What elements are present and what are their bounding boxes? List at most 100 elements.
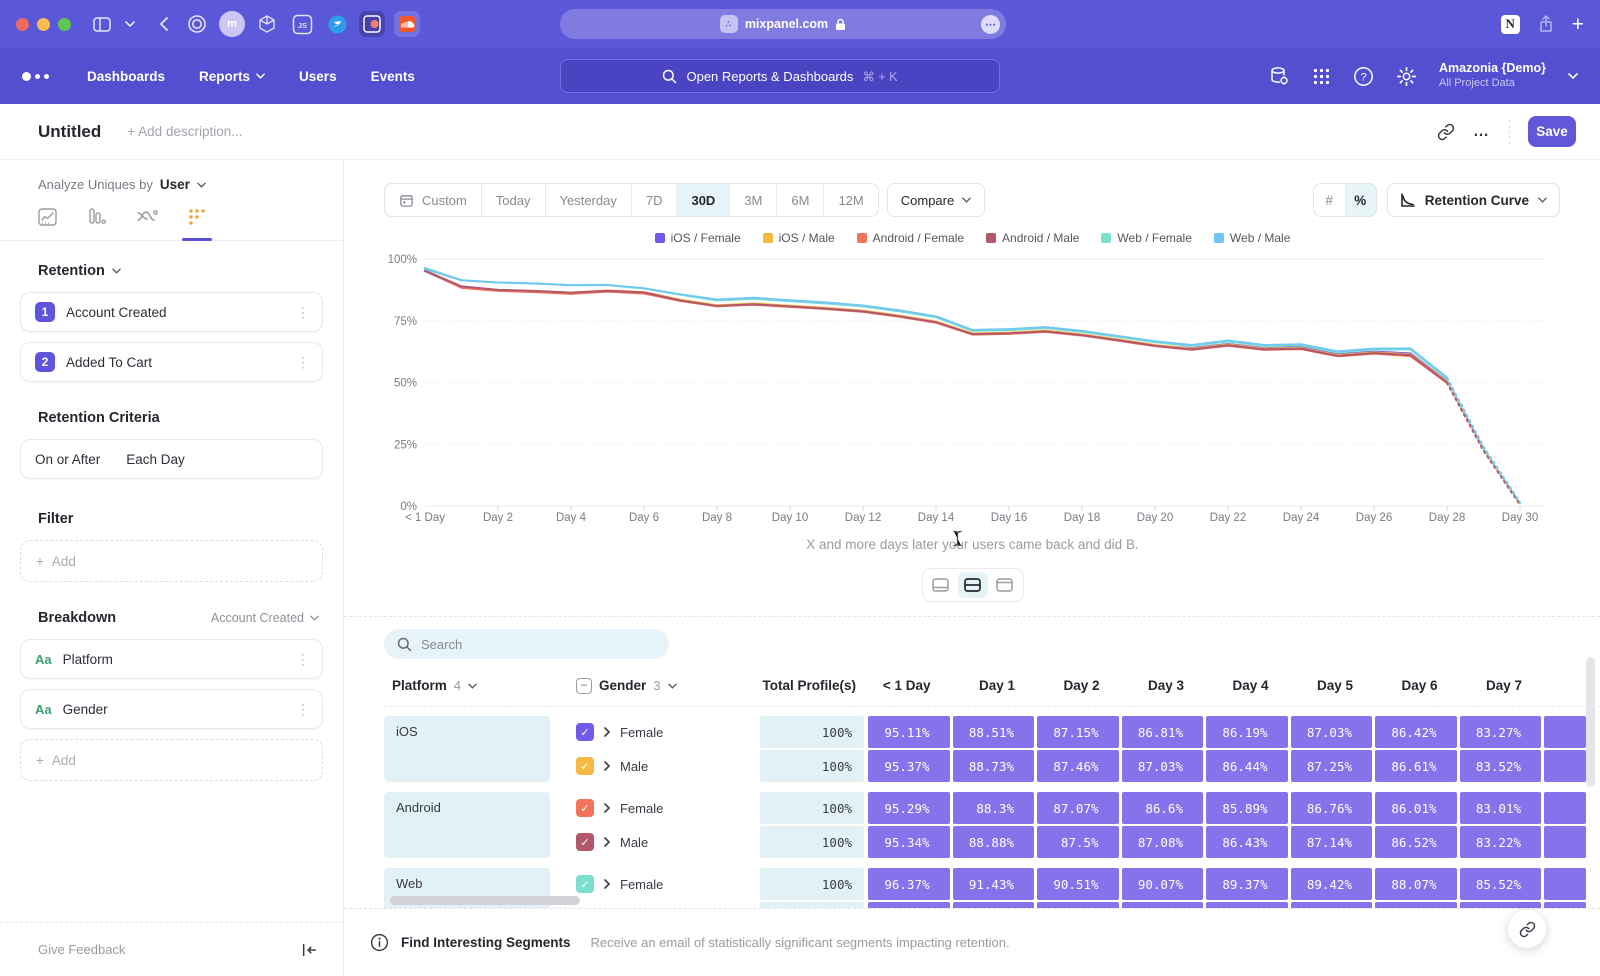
total-profiles-column-header[interactable]: Total Profile(s) bbox=[760, 678, 868, 693]
expand-chevron-icon[interactable] bbox=[603, 761, 611, 771]
gender-column-header[interactable]: – Gender 3 bbox=[564, 678, 760, 694]
range-yesterday[interactable]: Yesterday bbox=[545, 184, 631, 216]
chevron-down-icon[interactable] bbox=[125, 21, 135, 27]
breakdown-platform[interactable]: Aa Platform ⋮ bbox=[20, 639, 323, 679]
range-7d[interactable]: 7D bbox=[631, 184, 677, 216]
page-actions-icon[interactable]: ⋯ bbox=[981, 15, 1000, 34]
tab-flows[interactable] bbox=[134, 208, 160, 240]
breakdown-scope-selector[interactable]: Account Created bbox=[211, 611, 319, 625]
js-icon[interactable]: JS bbox=[289, 11, 315, 37]
share-link-fab[interactable] bbox=[1508, 910, 1546, 948]
retention-value-cell[interactable]: 95.34% bbox=[868, 826, 950, 858]
legend-item[interactable]: Web / Male bbox=[1214, 231, 1290, 245]
retention-line-chart[interactable]: 100%75%50%25%0%< 1 DayDay 2Day 4Day 6Day… bbox=[344, 247, 1600, 527]
add-filter-button[interactable]: + Add bbox=[20, 540, 323, 582]
series-line[interactable] bbox=[425, 271, 1447, 383]
retention-value-cell[interactable]: 89.37% bbox=[1206, 868, 1288, 900]
platform-cell[interactable]: Android bbox=[384, 792, 550, 858]
retention-value-cell[interactable]: 86.52% bbox=[1375, 826, 1457, 858]
table-search-input[interactable]: Search bbox=[384, 629, 669, 659]
retention-value-cell[interactable]: 85.89% bbox=[1206, 792, 1288, 824]
female-checkbox[interactable]: ✓ bbox=[576, 799, 594, 817]
retention-value-cell[interactable]: 86.61% bbox=[1375, 750, 1457, 782]
collapse-sidebar-icon[interactable] bbox=[301, 943, 317, 957]
retention-value-cell[interactable]: 87.08% bbox=[1122, 826, 1204, 858]
nav-reports[interactable]: Reports bbox=[199, 69, 265, 84]
platform-cell[interactable]: iOS bbox=[384, 716, 550, 782]
range-3m[interactable]: 3M bbox=[729, 184, 776, 216]
retention-step-2[interactable]: 2 Added To Cart ⋮ bbox=[20, 342, 323, 382]
retention-value-cell[interactable]: 86.19% bbox=[1206, 716, 1288, 748]
range-custom[interactable]: Custom bbox=[385, 184, 481, 216]
nav-users[interactable]: Users bbox=[299, 69, 337, 84]
retention-criteria-selector[interactable]: On or After Each Day bbox=[20, 439, 323, 479]
cube-icon[interactable] bbox=[254, 11, 280, 37]
retention-value-cell[interactable]: 85.67% bbox=[1460, 902, 1542, 908]
layout-chart-focus-button[interactable] bbox=[926, 572, 956, 598]
soundcloud-icon[interactable] bbox=[394, 11, 420, 37]
percent-toggle[interactable]: % bbox=[1345, 184, 1376, 216]
data-management-icon[interactable] bbox=[1268, 65, 1290, 87]
retention-value-cell[interactable]: 87.07% bbox=[1037, 792, 1119, 824]
retention-value-cell[interactable]: 86.76% bbox=[1291, 792, 1373, 824]
expand-chevron-icon[interactable] bbox=[603, 879, 611, 889]
legend-item[interactable]: Android / Female bbox=[857, 231, 964, 245]
retention-value-cell[interactable]: 89.48% bbox=[1291, 902, 1373, 908]
retention-value-cell[interactable]: 83.27% bbox=[1460, 716, 1542, 748]
analyze-entity-selector[interactable]: User bbox=[160, 177, 190, 192]
column-header--1-day[interactable]: < 1 Day bbox=[868, 678, 953, 693]
retention-value-cell[interactable]: 91.43% bbox=[953, 868, 1035, 900]
retention-value-cell[interactable]: 88.51% bbox=[953, 716, 1035, 748]
compare-button[interactable]: Compare bbox=[887, 183, 985, 217]
retention-value-cell[interactable]: 86.44% bbox=[1206, 750, 1288, 782]
kebab-menu-icon[interactable]: ⋮ bbox=[296, 305, 310, 319]
vertical-scrollbar[interactable] bbox=[1586, 657, 1595, 787]
report-title[interactable]: Untitled bbox=[38, 122, 101, 142]
give-feedback-link[interactable]: Give Feedback bbox=[38, 942, 125, 957]
retention-value-cell[interactable]: 88.04% bbox=[1375, 902, 1457, 908]
series-line[interactable] bbox=[425, 271, 1447, 381]
back-icon[interactable] bbox=[159, 17, 168, 31]
blue-bird-icon[interactable] bbox=[324, 11, 350, 37]
project-switcher[interactable]: Amazonia {Demo} All Project Data bbox=[1439, 61, 1546, 90]
retention-value-cell[interactable]: 96.37% bbox=[868, 868, 950, 900]
segments-title[interactable]: Find Interesting Segments bbox=[401, 935, 571, 950]
range-30d[interactable]: 30D bbox=[676, 184, 729, 216]
select-all-checkbox[interactable]: – bbox=[576, 678, 592, 694]
kebab-menu-icon[interactable]: ⋮ bbox=[296, 702, 310, 716]
legend-item[interactable]: iOS / Female bbox=[655, 231, 741, 245]
retention-value-cell[interactable]: 89.48% bbox=[1206, 902, 1288, 908]
nav-events[interactable]: Events bbox=[371, 69, 415, 84]
absolute-toggle[interactable]: # bbox=[1314, 184, 1345, 216]
column-header-day-2[interactable]: Day 2 bbox=[1037, 678, 1122, 693]
column-header-day-5[interactable]: Day 5 bbox=[1291, 678, 1376, 693]
retention-value-cell[interactable]: 86.01% bbox=[1375, 792, 1457, 824]
address-bar[interactable]: ∴ mixpanel.com ⋯ bbox=[560, 9, 1006, 39]
column-header-day-1[interactable]: Day 1 bbox=[953, 678, 1038, 693]
retention-value-cell[interactable]: 86.6% bbox=[1122, 792, 1204, 824]
retention-value-cell[interactable]: 86.43% bbox=[1206, 826, 1288, 858]
retention-value-cell[interactable]: 87.03% bbox=[1291, 716, 1373, 748]
tab-insights[interactable] bbox=[34, 208, 60, 240]
copy-link-icon[interactable] bbox=[1437, 123, 1455, 141]
retention-value-cell[interactable]: 91.41% bbox=[953, 902, 1035, 908]
retention-value-cell[interactable]: 88.88% bbox=[953, 826, 1035, 858]
kebab-menu-icon[interactable]: ⋮ bbox=[296, 652, 310, 666]
breakdown-gender[interactable]: Aa Gender ⋮ bbox=[20, 689, 323, 729]
zoom-window-button[interactable] bbox=[58, 18, 71, 31]
retention-value-cell[interactable]: 83.22% bbox=[1460, 826, 1542, 858]
retention-value-cell[interactable]: 85.52% bbox=[1460, 868, 1542, 900]
retention-value-cell[interactable]: 90.51% bbox=[1037, 868, 1119, 900]
retention-value-cell[interactable]: 88.07% bbox=[1375, 868, 1457, 900]
expand-chevron-icon[interactable] bbox=[603, 837, 611, 847]
retention-value-cell[interactable]: 96.04% bbox=[868, 902, 950, 908]
retention-value-cell[interactable]: 89.42% bbox=[1291, 868, 1373, 900]
layout-table-focus-button[interactable] bbox=[990, 572, 1020, 598]
more-options-icon[interactable]: … bbox=[1473, 123, 1491, 141]
mixpanel-logo-icon[interactable] bbox=[22, 72, 49, 81]
tab-funnels[interactable] bbox=[84, 208, 110, 240]
legend-item[interactable]: iOS / Male bbox=[763, 231, 835, 245]
retention-value-cell[interactable]: 87.5% bbox=[1037, 826, 1119, 858]
retention-value-cell[interactable]: 83.52% bbox=[1460, 750, 1542, 782]
chevron-down-icon[interactable] bbox=[1568, 73, 1578, 79]
